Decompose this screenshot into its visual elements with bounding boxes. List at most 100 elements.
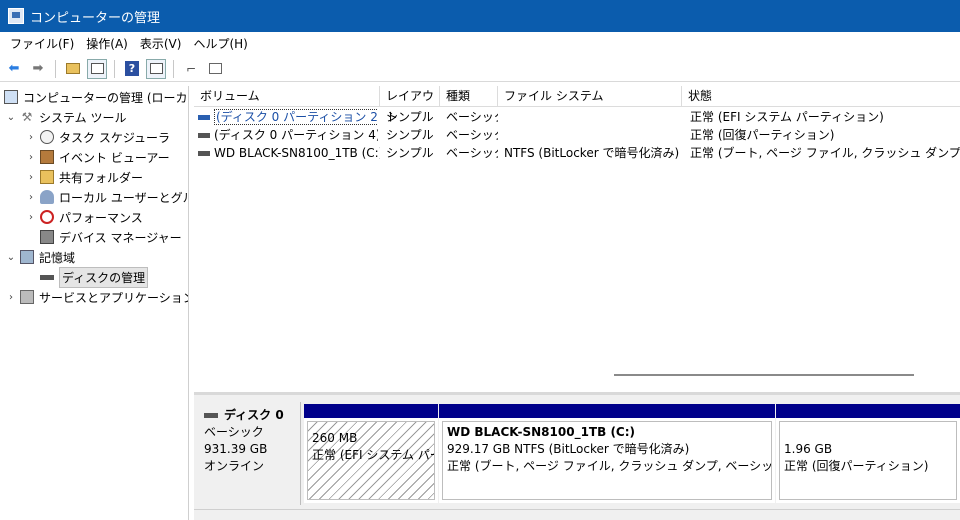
menu-view[interactable]: 表示(V): [134, 32, 188, 56]
disk-type: ベーシック: [204, 425, 264, 439]
chevron-right-icon[interactable]: ›: [26, 152, 36, 163]
tree-item-task-scheduler[interactable]: › タスク スケジューラ: [26, 127, 170, 147]
partition-c-drive[interactable]: WD BLACK-SN8100_1TB (C:) 929.17 GB NTFS …: [439, 404, 775, 503]
tree-item-storage[interactable]: ⌄ 記憶域: [6, 247, 75, 267]
tree-item-label: サービスとアプリケーション: [39, 290, 189, 305]
type-cell: ベーシック: [446, 146, 498, 160]
performance-icon: [40, 210, 54, 224]
tree-item-device-manager[interactable]: デバイス マネージャー: [40, 227, 182, 247]
partition-recovery[interactable]: 1.96 GB 正常 (回復パーティション): [776, 404, 960, 503]
console-tree-icon: [90, 63, 104, 74]
services-icon: [20, 290, 34, 304]
volume-cell: WD BLACK-SN8100_1TB (C:): [198, 144, 380, 162]
type-cell: ベーシック: [446, 110, 498, 124]
status-cell: 正常 (ブート, ページ ファイル, クラッシュ ダンプ, ベーシック データ …: [690, 146, 960, 160]
menu-help[interactable]: ヘルプ(H): [187, 32, 253, 56]
table-row[interactable]: (ディスク 0 パーティション 4) シンプル ベーシック 正常 (回復パーティ…: [194, 126, 960, 144]
graph-scroll-area: [194, 509, 960, 520]
volume-name: WD BLACK-SN8100_1TB (C:): [214, 146, 380, 160]
connect-button[interactable]: ⌐: [181, 59, 201, 79]
tree-item-performance[interactable]: › パフォーマンス: [26, 207, 143, 227]
tree-item-label: タスク スケジューラ: [59, 130, 170, 145]
tree-item-local-users[interactable]: › ローカル ユーザーとグループ: [26, 187, 188, 207]
partition-bar: [776, 404, 960, 418]
menu-file[interactable]: ファイル(F): [4, 32, 80, 56]
show-action-pane-button[interactable]: [146, 58, 166, 79]
layout-cell: シンプル: [386, 110, 434, 124]
toolbar-separator: [173, 59, 174, 78]
table-row[interactable]: (ディスク 0 パーティション 2) シンプル ベーシック 正常 (EFI シス…: [194, 108, 960, 126]
clock-icon: [40, 130, 54, 144]
disk-info[interactable]: ディスク 0 ベーシック 931.39 GB オンライン: [194, 402, 301, 505]
chevron-right-icon[interactable]: ›: [26, 212, 36, 223]
partition-bar: [304, 404, 438, 418]
back-button[interactable]: ⬅: [4, 59, 24, 79]
column-header-layout[interactable]: レイアウト: [380, 86, 440, 124]
tree-item-label: コンピューターの管理 (ローカル): [23, 90, 189, 105]
device-manager-icon: [40, 230, 54, 244]
tree-item-disk-management[interactable]: ディスクの管理: [40, 266, 149, 288]
partition-body: WD BLACK-SN8100_1TB (C:) 929.17 GB NTFS …: [442, 421, 772, 500]
tree-item-shared-folders[interactable]: › 共有フォルダー: [26, 167, 143, 187]
status-cell: 正常 (EFI システム パーティション): [690, 110, 884, 124]
tree-item-label: イベント ビューアー: [59, 150, 170, 165]
status-cell: 正常 (回復パーティション): [690, 128, 835, 142]
forward-button[interactable]: ➡: [28, 59, 48, 79]
partition-body: 260 MB 正常 (EFI システム パーティション): [307, 421, 435, 500]
volume-icon: [198, 133, 210, 138]
menu-action[interactable]: 操作(A): [80, 32, 134, 56]
partition-size: 260 MB: [312, 431, 358, 445]
type-cell: ベーシック: [446, 128, 498, 142]
volume-name: (ディスク 0 パーティション 4): [214, 128, 378, 142]
tree-item-system-tools[interactable]: ⌄ ⚒ システム ツール: [6, 107, 127, 127]
computer-icon: [4, 90, 18, 104]
partition-size: 1.96 GB: [784, 442, 833, 456]
toolbar-separator: [55, 59, 56, 78]
window-title: コンピューターの管理: [30, 10, 161, 26]
menu-bar: ファイル(F) 操作(A) 表示(V) ヘルプ(H): [0, 32, 960, 56]
tree-item-root[interactable]: コンピューターの管理 (ローカル): [4, 87, 189, 107]
chevron-right-icon[interactable]: ›: [26, 192, 36, 203]
table-row[interactable]: WD BLACK-SN8100_1TB (C:) シンプル ベーシック NTFS…: [194, 144, 960, 162]
column-header-type[interactable]: 種類: [440, 86, 498, 107]
column-header-filesystem[interactable]: ファイル システム: [498, 86, 682, 107]
chevron-right-icon[interactable]: ›: [6, 292, 16, 303]
partition-status: 正常 (EFI システム パーティション): [312, 448, 434, 462]
chevron-down-icon[interactable]: ⌄: [6, 112, 16, 123]
storage-icon: [20, 250, 34, 264]
help-button[interactable]: ?: [122, 59, 142, 79]
tree-item-label: デバイス マネージャー: [59, 230, 182, 245]
horizontal-scrollbar[interactable]: [614, 374, 914, 376]
volume-cell: (ディスク 0 パーティション 4): [198, 126, 378, 144]
disk-name: ディスク 0: [224, 408, 284, 422]
column-header-status[interactable]: 状態: [682, 86, 960, 107]
properties-button[interactable]: [205, 59, 225, 79]
tree-item-event-viewer[interactable]: › イベント ビューアー: [26, 147, 170, 167]
chevron-right-icon[interactable]: ›: [26, 132, 36, 143]
tree-item-label: パフォーマンス: [59, 210, 143, 225]
key-icon: ⌐: [185, 61, 197, 76]
tree-item-label: ローカル ユーザーとグループ: [59, 190, 188, 205]
disk-state: オンライン: [204, 459, 265, 473]
partition-title: WD BLACK-SN8100_1TB (C:): [447, 425, 636, 439]
users-icon: [40, 190, 54, 204]
folder-up-icon: [66, 63, 80, 74]
computer-management-icon: [8, 8, 24, 24]
show-console-tree-button[interactable]: [87, 58, 107, 79]
layout-cell: シンプル: [386, 146, 434, 160]
console-tree: コンピューターの管理 (ローカル) ⌄ ⚒ システム ツール › タスク スケジ…: [0, 86, 189, 520]
column-header-volume[interactable]: ボリューム: [194, 86, 380, 107]
chevron-right-icon[interactable]: ›: [26, 172, 36, 183]
up-folder-button[interactable]: [63, 59, 83, 79]
disk-icon: [40, 270, 54, 284]
disk-graph-view: ディスク 0 ベーシック 931.39 GB オンライン 260 MB 正常 (…: [194, 395, 960, 520]
partition-efi[interactable]: 260 MB 正常 (EFI システム パーティション): [304, 404, 438, 503]
tools-icon: ⚒: [21, 110, 33, 124]
toolbar: ⬅ ➡ ? ⌐: [0, 56, 960, 82]
volume-icon: [198, 151, 210, 156]
tree-item-label: システム ツール: [39, 110, 127, 125]
tree-item-services[interactable]: › サービスとアプリケーション: [6, 287, 189, 307]
toolbar-separator: [114, 59, 115, 78]
chevron-down-icon[interactable]: ⌄: [6, 252, 16, 263]
volume-name: (ディスク 0 パーティション 2): [214, 109, 378, 125]
